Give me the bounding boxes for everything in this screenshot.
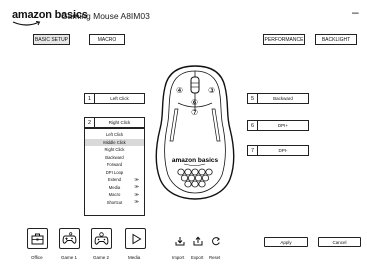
- play-icon: [132, 233, 141, 244]
- menu-item-right-click[interactable]: Right Click: [85, 146, 144, 154]
- binding-label: Left Click: [110, 96, 129, 101]
- profile-office-label: Office: [31, 255, 43, 260]
- submenu-arrow-icon: ≫: [134, 191, 139, 197]
- profile-game2-label: Game 2: [93, 255, 110, 260]
- gamepad-icon: [62, 232, 77, 244]
- tab-macro[interactable]: MACRO: [89, 34, 125, 45]
- binding-number: 7: [248, 146, 258, 155]
- binding-button-6[interactable]: 6 DPI+: [247, 120, 309, 131]
- submenu-arrow-icon: ≫: [134, 184, 139, 190]
- binding-number: 2: [85, 118, 95, 127]
- menu-item-macro[interactable]: Macro ≫: [85, 191, 144, 199]
- submenu-arrow-icon: ≫: [134, 199, 139, 205]
- binding-label: Backward: [273, 96, 293, 101]
- profile-media-button[interactable]: [125, 228, 146, 249]
- gamepad-gear-icon: [94, 231, 109, 245]
- action-dropdown-menu: Left Click Middle Click Right Click Back…: [84, 128, 145, 216]
- import-icon[interactable]: [175, 236, 185, 246]
- profile-media-label: Media: [128, 255, 141, 260]
- menu-item-extend[interactable]: Extend ≫: [85, 176, 144, 184]
- cancel-button[interactable]: Cancel: [318, 237, 361, 247]
- mouse-button-4-marker: ④: [176, 86, 183, 95]
- mouse-logo-text: amazon basics: [172, 157, 219, 164]
- profile-game1-button[interactable]: [59, 228, 80, 249]
- menu-item-forward[interactable]: Forward: [85, 161, 144, 169]
- mouse-button-7-marker: ⑦: [191, 108, 198, 117]
- brand-smile-icon: [12, 21, 41, 26]
- tab-performance[interactable]: PERFORMANCE: [263, 34, 305, 45]
- minimize-button[interactable]: –: [352, 5, 359, 19]
- profile-game1-label: Game 1: [61, 255, 78, 260]
- binding-label: DPI-: [278, 148, 288, 153]
- menu-item-backward[interactable]: Backward: [85, 154, 144, 162]
- briefcase-icon: [31, 233, 44, 244]
- export-label: Export: [191, 255, 204, 260]
- export-icon[interactable]: [193, 236, 203, 246]
- binding-button-1[interactable]: 1 Left Click: [84, 93, 145, 104]
- mouse-button-6-marker: ⑥: [191, 98, 198, 107]
- menu-item-shortcut[interactable]: Shortcut ≫: [85, 199, 144, 207]
- binding-label: Right Click: [108, 120, 131, 125]
- binding-number: 6: [248, 121, 258, 130]
- binding-button-7[interactable]: 7 DPI-: [247, 145, 309, 156]
- tab-basic-setup[interactable]: BASIC SETUP: [33, 34, 70, 45]
- binding-number: 5: [248, 94, 258, 103]
- reset-icon[interactable]: [211, 236, 221, 246]
- binding-button-2[interactable]: 2 Right Click: [84, 117, 145, 128]
- menu-item-left-click[interactable]: Left Click: [85, 131, 144, 139]
- profile-game2-button[interactable]: [91, 228, 112, 249]
- menu-item-middle-click[interactable]: Middle Click: [85, 138, 144, 146]
- import-label: Import: [172, 255, 185, 260]
- mouse-button-3-marker: ③: [208, 86, 215, 95]
- app-title: Gaming Mouse A8IM03: [61, 11, 150, 21]
- mouse-diagram: ④ ③ ⑥ ⑦ amazon basics: [155, 65, 235, 200]
- binding-label: DPI+: [277, 123, 289, 128]
- binding-button-5[interactable]: 5 Backward: [247, 93, 309, 104]
- submenu-arrow-icon: ≫: [134, 176, 139, 182]
- profile-office-button[interactable]: [27, 228, 48, 249]
- tab-backlight[interactable]: BACKLIGHT: [315, 34, 357, 45]
- menu-item-media[interactable]: Media ≫: [85, 184, 144, 192]
- apply-button[interactable]: Apply: [264, 237, 308, 247]
- menu-item-dpi-loop[interactable]: DPI Loop: [85, 169, 144, 177]
- reset-label: Reset: [209, 255, 221, 260]
- binding-number: 1: [85, 94, 95, 103]
